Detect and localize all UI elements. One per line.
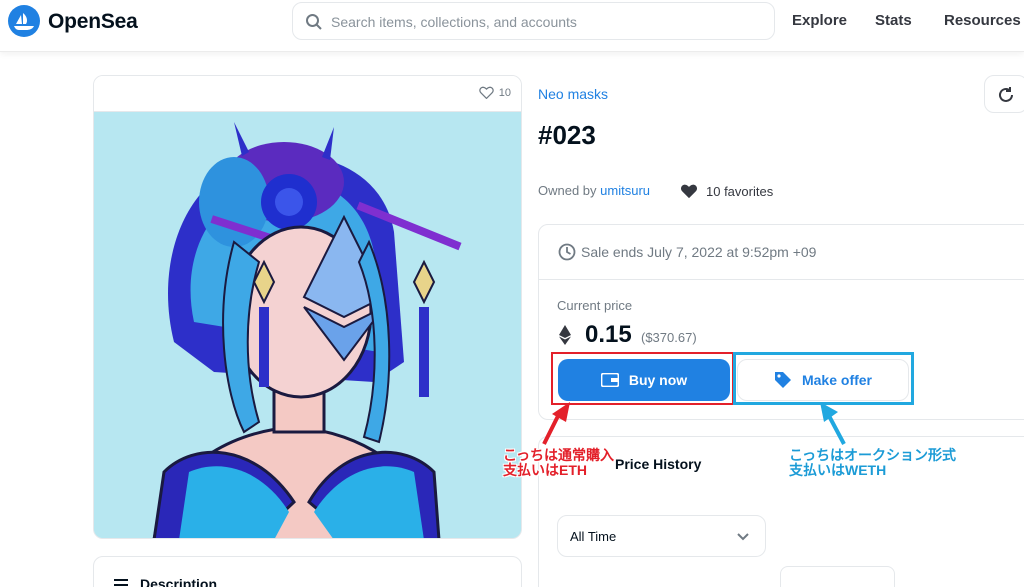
annotation-blue-arrow-icon [820, 402, 846, 445]
sale-ends-text: Sale ends July 7, 2022 at 9:52pm +09 [581, 244, 817, 260]
nft-artwork-image[interactable] [94, 112, 521, 538]
time-range-select[interactable]: All Time [557, 515, 766, 557]
favorites-count: 10 favorites [680, 183, 773, 199]
favorite-count: 10 [498, 86, 511, 99]
item-title: #023 [538, 120, 596, 150]
divider [539, 279, 1024, 280]
top-header: OpenSea Explore Stats Resources [0, 0, 1024, 52]
description-label: Description [140, 576, 218, 587]
opensea-logo-icon[interactable] [8, 5, 40, 37]
description-panel[interactable]: Description [93, 556, 522, 587]
price-value: 0.15 [585, 321, 632, 348]
image-card-toolbar: 10 [94, 76, 521, 112]
chevron-down-icon [737, 533, 749, 541]
annotation-blue-text: こっちはオークション形式 支払いはWETH [789, 447, 957, 478]
search-icon [306, 14, 322, 30]
item-image-card: 10 [93, 75, 522, 539]
annotation-blue-frame [733, 352, 914, 405]
nav-resources[interactable]: Resources [944, 12, 1021, 29]
chart-placeholder [780, 566, 895, 587]
refresh-button[interactable] [984, 75, 1024, 113]
search-bar[interactable] [292, 2, 775, 40]
collection-link[interactable]: Neo masks [538, 86, 608, 102]
owned-by: Owned by umitsuru [538, 183, 650, 198]
favorites-text: 10 favorites [706, 183, 774, 199]
price-history-label: Price History [615, 456, 702, 472]
search-input[interactable] [331, 11, 751, 33]
owner-link[interactable]: umitsuru [600, 183, 650, 198]
brand-name[interactable]: OpenSea [48, 10, 138, 34]
nav-stats[interactable]: Stats [875, 12, 912, 29]
eth-icon [559, 325, 571, 345]
heart-filled-icon [680, 184, 698, 199]
heart-outline-icon [479, 86, 494, 99]
owned-by-label: Owned by [538, 183, 597, 198]
annotation-red-arrow-icon [542, 402, 570, 445]
clock-icon [558, 243, 576, 261]
annotation-red-frame [551, 352, 734, 405]
annotation-red-text: こっちは通常購入 支払いはETH [503, 447, 615, 478]
nav-explore[interactable]: Explore [792, 12, 847, 29]
favorite-button[interactable]: 10 [479, 86, 511, 99]
refresh-icon [999, 87, 1013, 102]
current-price-label: Current price [557, 298, 633, 313]
time-range-value: All Time [570, 529, 617, 544]
menu-lines-icon [114, 579, 128, 586]
price-usd: ($370.67) [641, 330, 697, 345]
